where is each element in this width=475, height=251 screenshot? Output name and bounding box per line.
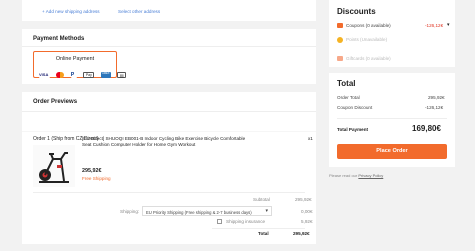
total-payment-value: 169,80€ bbox=[412, 124, 441, 133]
total-value: 295,92€ bbox=[293, 231, 310, 236]
amex-icon: AMEX bbox=[100, 71, 111, 78]
shipping-select[interactable]: EU Priority Shipping (Free shipping & 2-… bbox=[142, 206, 272, 216]
shipping-option-text: EU Priority Shipping (Free shipping & 2-… bbox=[146, 209, 252, 215]
online-payment-option[interactable]: Online Payment VISA P Pay AMEX ▤ bbox=[33, 51, 127, 78]
exercise-bike-icon bbox=[39, 152, 69, 183]
subtotal-label: Subtotal bbox=[253, 197, 270, 202]
product-title[interactable]: [EU Direct] SHUOQI EB001-B Indoor Cyclin… bbox=[82, 136, 252, 148]
coupons-value: -126,12€ bbox=[425, 23, 444, 28]
add-address-link[interactable]: + Add new shipping address bbox=[42, 9, 100, 14]
payment-icons: VISA P Pay AMEX ▤ bbox=[39, 66, 128, 84]
giftcard-icon bbox=[337, 56, 343, 61]
coupon-discount-value: -126,12€ bbox=[425, 105, 444, 110]
payment-card: Payment Methods Online Payment VISA P Pa… bbox=[22, 29, 316, 84]
place-order-button[interactable]: Place Order bbox=[337, 144, 447, 159]
divider bbox=[22, 111, 316, 112]
product-qty: x1 bbox=[308, 136, 313, 141]
privacy-prefix: Please read our bbox=[329, 173, 359, 178]
divider bbox=[212, 228, 305, 229]
points-icon bbox=[337, 37, 343, 43]
coupons-label: Coupons (0 available) bbox=[346, 23, 391, 28]
mastercard-icon bbox=[56, 71, 65, 78]
divider bbox=[22, 131, 316, 132]
points-label: Points (Unavailable) bbox=[346, 37, 388, 42]
product-price: 295,92€ bbox=[82, 168, 102, 174]
shipping-value: 0,00€ bbox=[301, 209, 313, 214]
chevron-down-icon: ▾ bbox=[447, 22, 450, 28]
divider bbox=[22, 46, 316, 47]
chevron-down-icon: ▾ bbox=[265, 208, 268, 214]
coupons-row[interactable]: Coupons (0 available) -126,12€ ▾ bbox=[337, 22, 451, 30]
points-row: Points (Unavailable) bbox=[337, 36, 451, 44]
insurance-value: 5,92€ bbox=[301, 219, 313, 224]
free-shipping-note: Free Shipping bbox=[82, 176, 111, 181]
insurance-checkbox[interactable] bbox=[217, 219, 222, 224]
divider bbox=[337, 118, 447, 119]
insurance-label: Shipping insurance bbox=[226, 219, 266, 224]
order-card: Order Previews Order 1 (Ship from CZ Dir… bbox=[22, 92, 316, 244]
payment-heading: Payment Methods bbox=[33, 36, 85, 42]
discounts-card: Discounts Coupons (0 available) -126,12€… bbox=[329, 0, 455, 67]
product-image[interactable] bbox=[33, 145, 75, 187]
select-address-link[interactable]: Select other address bbox=[118, 9, 160, 14]
online-payment-label: Online Payment bbox=[55, 56, 95, 62]
order-total-label: Order Total bbox=[337, 95, 360, 100]
apple-pay-icon: Pay bbox=[83, 71, 95, 78]
total-heading: Total bbox=[337, 79, 356, 88]
total-card: Total Order Total 295,92€ Coupon Discoun… bbox=[329, 73, 455, 167]
order-total-value: 295,92€ bbox=[428, 95, 445, 100]
paypal-icon: P bbox=[70, 71, 77, 78]
shipping-label: Shipping: bbox=[120, 209, 140, 214]
privacy-note: Please read our Privacy Policy bbox=[329, 173, 383, 178]
order-heading: Order Previews bbox=[33, 99, 78, 105]
giftcards-label: Giftcards (0 available) bbox=[346, 56, 391, 61]
discounts-heading: Discounts bbox=[337, 7, 376, 16]
place-order-label: Place Order bbox=[376, 148, 408, 154]
total-payment-label: Total Payment bbox=[337, 127, 369, 132]
privacy-policy-link[interactable]: Privacy Policy bbox=[358, 173, 383, 178]
divider bbox=[33, 192, 305, 193]
coupon-icon bbox=[337, 23, 343, 28]
bank-icon: ▤ bbox=[117, 71, 127, 78]
giftcards-row: Giftcards (0 available) bbox=[337, 55, 451, 63]
subtotal-value: 295,92€ bbox=[295, 197, 312, 202]
total-label: Total bbox=[258, 231, 269, 236]
visa-icon: VISA bbox=[39, 71, 50, 78]
coupon-discount-label: Coupon Discount bbox=[337, 105, 373, 110]
address-card: + Add new shipping address Select other … bbox=[22, 0, 316, 21]
